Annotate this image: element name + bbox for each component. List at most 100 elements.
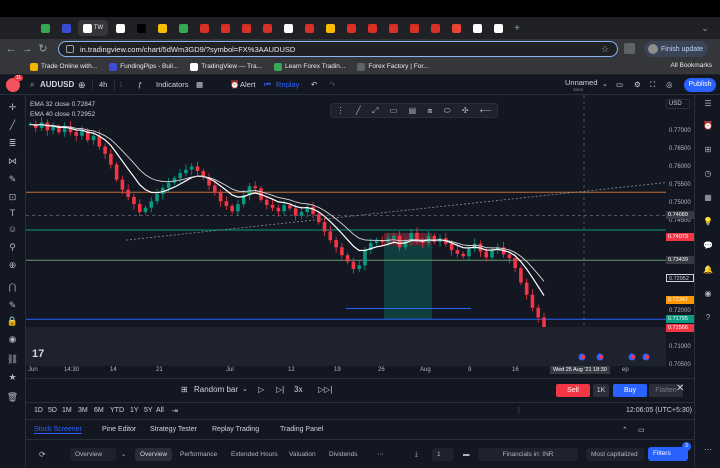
screener-tab[interactable]: Dividends xyxy=(324,448,363,461)
random-bar-button[interactable]: Random bar xyxy=(194,385,238,394)
ruler-icon[interactable]: ⊡ xyxy=(6,191,19,203)
browser-tab[interactable] xyxy=(216,20,234,36)
play-icon[interactable]: ▷ xyxy=(258,385,264,394)
browser-tab[interactable] xyxy=(489,20,507,36)
publish-button[interactable]: Publish xyxy=(684,78,716,92)
candles-icon[interactable]: ⫶ xyxy=(120,80,122,90)
settings-icon[interactable]: ⚙ xyxy=(634,80,641,89)
save-status[interactable]: Save xyxy=(573,87,583,92)
help-icon[interactable]: ? xyxy=(702,313,714,325)
step-forward-icon[interactable]: ▷| xyxy=(276,385,284,394)
finish-update-button[interactable]: Finish update xyxy=(644,41,708,57)
indicators-button[interactable]: Indicators xyxy=(156,80,189,89)
range-button[interactable]: YTD xyxy=(110,407,124,414)
measure-icon[interactable]: ⚲ xyxy=(6,241,19,253)
ema2-label[interactable]: EMA 40 close xyxy=(30,111,70,118)
redo-icon[interactable]: ↷ xyxy=(329,80,335,89)
hotlist-icon[interactable]: ◷ xyxy=(702,169,714,181)
zoom-in-icon[interactable]: ⊕ xyxy=(6,259,19,271)
browser-tab[interactable] xyxy=(237,20,255,36)
bookmark-item[interactable]: Forex Factory | For... xyxy=(357,62,429,71)
notifications-icon[interactable]: 🔔 xyxy=(702,265,714,277)
browser-tab[interactable] xyxy=(258,20,276,36)
tab-search-icon[interactable]: ⌄ xyxy=(696,20,714,36)
range-button[interactable]: 1D xyxy=(34,407,43,414)
close-replay-icon[interactable]: ✕ xyxy=(676,383,684,394)
browser-tab[interactable] xyxy=(195,20,213,36)
brush-icon[interactable]: ✎ xyxy=(6,173,19,185)
pattern-icon[interactable]: ⋈ xyxy=(6,155,19,167)
count-select[interactable]: 1 xyxy=(432,448,454,461)
layout-name[interactable]: Unnamed xyxy=(565,78,598,87)
bookmark-item[interactable]: TradingView — Tra... xyxy=(190,62,262,71)
ellipse-tool-icon[interactable]: ⬭ xyxy=(444,106,451,116)
trash-icon[interactable]: 🗑 xyxy=(6,391,19,403)
eye-icon[interactable]: ◉ xyxy=(6,333,19,345)
browser-tab[interactable] xyxy=(468,20,486,36)
browser-tab[interactable] xyxy=(300,20,318,36)
bookmark-item[interactable]: FundingPips - Buil... xyxy=(109,62,178,71)
emoji-icon[interactable]: ☺ xyxy=(6,223,19,235)
browser-tab[interactable] xyxy=(342,20,360,36)
jump-to-realtime-icon[interactable]: ▷▷| xyxy=(318,385,332,394)
channel-tool-icon[interactable]: ▤ xyxy=(409,106,417,115)
magnet-icon[interactable]: ⋂ xyxy=(6,281,19,293)
browser-tab[interactable] xyxy=(405,20,423,36)
flag-icon[interactable]: ▬ xyxy=(458,448,475,461)
extension-icon[interactable] xyxy=(624,43,635,54)
site-info-icon[interactable] xyxy=(66,45,74,53)
more-tabs-icon[interactable]: ⋯ xyxy=(372,448,389,461)
price-scale[interactable]: 0.77000 0.76500 0.76000 0.75500 0.75000 0.745… xyxy=(666,95,694,378)
price-chart[interactable]: 17 xyxy=(26,95,666,378)
ema1-label[interactable]: EMA 32 close xyxy=(30,101,70,108)
browser-tab[interactable] xyxy=(57,20,75,36)
quantity-field[interactable]: 1K xyxy=(593,384,609,397)
speed-button[interactable]: 3x xyxy=(294,385,302,394)
dropdown-icon[interactable]: ⌄ xyxy=(242,385,248,393)
ray-tool-icon[interactable]: ⤢ xyxy=(372,106,378,116)
browser-tab[interactable] xyxy=(363,20,381,36)
new-tab-button[interactable]: + xyxy=(510,20,524,36)
browser-tab[interactable] xyxy=(132,20,150,36)
browser-tab[interactable] xyxy=(384,20,402,36)
screener-tab[interactable]: Overview xyxy=(135,448,173,461)
drag-handle-icon[interactable]: ⋮ xyxy=(337,106,345,115)
calendar-icon[interactable]: ▦ xyxy=(702,193,714,205)
bookmark-item[interactable]: Trade Online with... xyxy=(30,62,97,71)
screener-tab[interactable]: Extended Hours xyxy=(226,448,283,461)
bookmark-item[interactable]: Learn Forex Tradin... xyxy=(274,62,345,71)
line-tool-icon[interactable]: ╱ xyxy=(356,106,361,115)
maximize-panel-icon[interactable]: ▭ xyxy=(638,426,645,434)
browser-tab[interactable] xyxy=(153,20,171,36)
bottom-tab[interactable]: Replay Trading xyxy=(212,426,259,433)
trendline-icon[interactable]: ╱ xyxy=(6,119,19,131)
box-tool-icon[interactable]: ⧈ xyxy=(427,106,432,116)
screener-tab[interactable]: Performance xyxy=(175,448,222,461)
grid-layout-icon[interactable]: ▭ xyxy=(616,80,623,89)
reload-icon[interactable]: ↻ xyxy=(36,42,50,56)
browser-tab[interactable] xyxy=(111,20,129,36)
refresh-icon[interactable]: ⟳ xyxy=(34,448,51,461)
screener-tab[interactable]: Valuation xyxy=(284,448,321,461)
chat-icon[interactable]: 💬 xyxy=(702,241,714,253)
forward-icon[interactable]: → xyxy=(20,42,34,56)
favorites-icon[interactable]: ★ xyxy=(6,371,19,383)
link-icon[interactable]: ⛓ xyxy=(6,353,19,365)
chart-area[interactable]: 17 xyxy=(26,95,666,378)
download-icon[interactable]: ⤓ xyxy=(410,448,423,461)
browser-tab[interactable]: TW xyxy=(78,20,108,36)
ideas-icon[interactable]: 💡 xyxy=(702,217,714,229)
arrow-tool-icon[interactable]: ⟵ xyxy=(480,106,491,115)
browser-tab[interactable] xyxy=(426,20,444,36)
financials-select[interactable]: Financials in: INR xyxy=(478,448,578,461)
overview-select[interactable]: Overview xyxy=(70,448,116,461)
alert-button[interactable]: Alert xyxy=(240,80,255,89)
browser-tab[interactable] xyxy=(279,20,297,36)
bottom-tab[interactable]: Strategy Tester xyxy=(150,426,197,433)
range-button[interactable]: All xyxy=(156,407,164,414)
currency-selector[interactable]: USD xyxy=(666,99,690,109)
alerts-icon[interactable]: ⏰ xyxy=(702,121,714,133)
fib-icon[interactable]: ≣ xyxy=(6,137,19,149)
watchlist-icon[interactable]: ☰ xyxy=(702,99,714,111)
crosshair-icon[interactable]: ✛ xyxy=(6,101,19,113)
